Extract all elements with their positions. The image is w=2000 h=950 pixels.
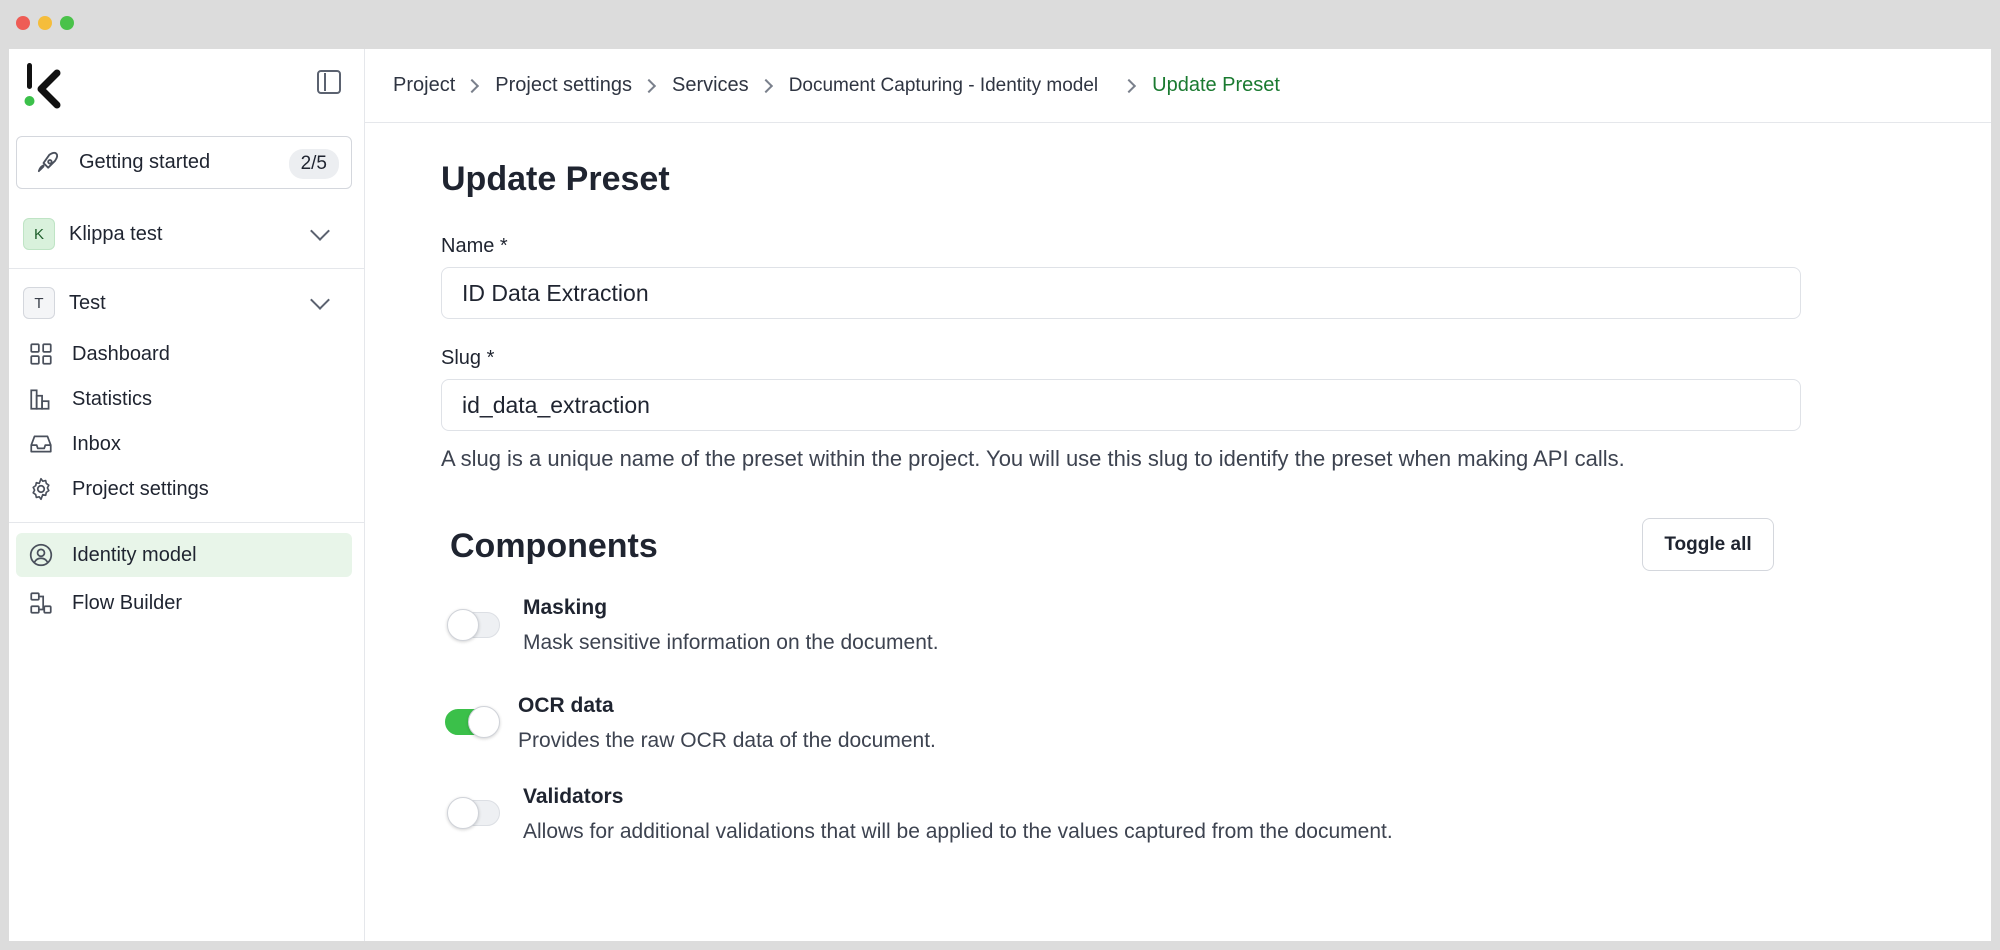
- project-selector[interactable]: T Test: [23, 285, 343, 321]
- breadcrumb-project-settings[interactable]: Project settings: [495, 74, 632, 97]
- slug-input[interactable]: [441, 379, 1801, 431]
- components-title: Components: [450, 527, 658, 565]
- toggle-knob: [468, 706, 500, 738]
- sidebar-item-statistics[interactable]: Statistics: [16, 377, 352, 421]
- masking-description: Mask sensitive information on the docume…: [523, 631, 939, 654]
- breadcrumb-current: Update Preset: [1152, 74, 1280, 96]
- project-name: Test: [69, 291, 106, 314]
- page-title: Update Preset: [441, 160, 670, 198]
- breadcrumb-services[interactable]: Services: [672, 74, 749, 97]
- getting-started-progress-badge: 2/5: [288, 149, 339, 179]
- workspace-selector[interactable]: K Klippa test: [23, 216, 343, 252]
- breadcrumb: Project Project settings Services Docume…: [365, 49, 1991, 123]
- name-label: Name *: [441, 235, 508, 257]
- workspace-name: Klippa test: [69, 222, 163, 245]
- flow-icon: [30, 592, 52, 614]
- validators-title: Validators: [523, 785, 624, 808]
- app-container: Getting started 2/5 K Klippa test T Test: [9, 49, 1991, 941]
- chevron-down-icon: [310, 221, 330, 241]
- chevron-right-icon: [641, 78, 657, 93]
- project-avatar: T: [23, 287, 55, 319]
- sidebar-item-label: Identity model: [72, 543, 197, 566]
- ocr-data-description: Provides the raw OCR data of the documen…: [518, 729, 936, 752]
- klippa-logo[interactable]: [23, 61, 63, 111]
- chevron-right-icon: [465, 78, 480, 93]
- bar-chart-icon: [30, 389, 50, 410]
- chevron-down-icon: [310, 290, 330, 310]
- user-circle-icon: [29, 543, 53, 567]
- name-input[interactable]: [441, 267, 1801, 319]
- sidebar-item-label: Project settings: [72, 477, 209, 500]
- breadcrumb-project[interactable]: Project: [393, 74, 455, 97]
- sidebar-item-project-settings[interactable]: Project settings: [16, 467, 352, 511]
- ocr-data-toggle[interactable]: [445, 706, 500, 738]
- sidebar-toggle-icon[interactable]: [317, 70, 341, 94]
- masking-toggle[interactable]: [447, 609, 500, 641]
- workspace-avatar: K: [23, 218, 55, 250]
- sidebar-divider: [9, 268, 364, 269]
- close-window-button[interactable]: [16, 16, 30, 30]
- sidebar-item-label: Inbox: [72, 432, 121, 455]
- sidebar-item-label: Flow Builder: [72, 591, 183, 614]
- window-controls: [16, 16, 74, 30]
- getting-started-label: Getting started: [79, 151, 211, 173]
- toggle-all-button[interactable]: Toggle all: [1642, 518, 1774, 571]
- gear-icon: [32, 477, 50, 501]
- maximize-window-button[interactable]: [60, 16, 74, 30]
- sidebar-item-label: Statistics: [72, 387, 153, 410]
- sidebar: Getting started 2/5 K Klippa test T Test: [9, 49, 365, 941]
- sidebar-divider: [9, 522, 364, 523]
- ocr-data-title: OCR data: [518, 694, 614, 717]
- main-content: Project Project settings Services Docume…: [365, 49, 1991, 941]
- sidebar-item-inbox[interactable]: Inbox: [16, 422, 352, 466]
- inbox-icon: [30, 435, 52, 453]
- slug-label: Slug *: [441, 347, 495, 369]
- getting-started-button[interactable]: Getting started 2/5: [16, 136, 352, 189]
- sidebar-item-label: Dashboard: [72, 342, 170, 365]
- slug-help-text: A slug is a unique name of the preset wi…: [441, 446, 1625, 471]
- rocket-icon: [37, 151, 59, 172]
- masking-title: Masking: [523, 596, 608, 619]
- grid-icon: [30, 343, 52, 365]
- toggle-knob: [447, 797, 479, 829]
- minimize-window-button[interactable]: [38, 16, 52, 30]
- chevron-right-icon: [1122, 78, 1137, 93]
- validators-description: Allows for additional validations that w…: [523, 820, 1393, 843]
- sidebar-item-flow-builder[interactable]: Flow Builder: [16, 581, 352, 625]
- breadcrumb-service[interactable]: Document Capturing - Identity model: [789, 75, 1098, 97]
- sidebar-item-identity-model[interactable]: Identity model: [16, 533, 352, 577]
- chevron-right-icon: [758, 78, 773, 93]
- sidebar-item-dashboard[interactable]: Dashboard: [16, 332, 352, 376]
- browser-window: Getting started 2/5 K Klippa test T Test: [0, 0, 2000, 950]
- toggle-knob: [447, 609, 479, 641]
- validators-toggle[interactable]: [447, 797, 500, 829]
